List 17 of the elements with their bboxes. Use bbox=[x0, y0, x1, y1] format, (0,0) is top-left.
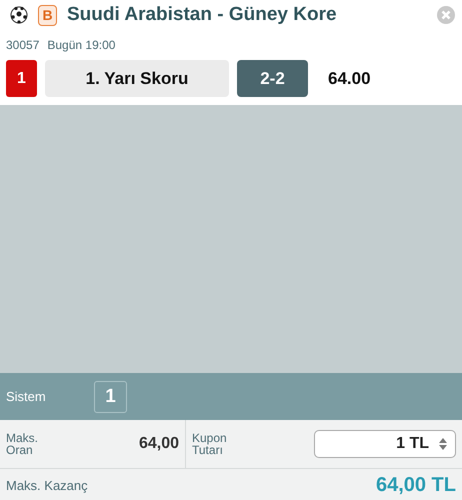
event-code: 30057 bbox=[6, 38, 40, 52]
event-title: Suudi Arabistan - Güney Kore bbox=[67, 4, 338, 26]
max-odds-value: 64,00 bbox=[138, 435, 179, 453]
odds-value: 64.00 bbox=[328, 68, 371, 88]
soccer-ball-icon bbox=[10, 6, 28, 24]
selection-number: 1 bbox=[6, 60, 37, 97]
stake-field[interactable]: 1 TL bbox=[314, 430, 456, 458]
stake-label: Kupon Tutarı bbox=[192, 432, 227, 456]
market-name: 1. Yarı Skoru bbox=[45, 60, 229, 97]
bet-type-badge: B bbox=[38, 4, 57, 26]
max-winnings-value: 64,00 TL bbox=[376, 474, 456, 496]
spinner-icon[interactable] bbox=[439, 438, 447, 450]
event-time: Bugün 19:00 bbox=[47, 38, 116, 52]
system-label: Sistem bbox=[6, 389, 47, 404]
max-odds-label: Maks. Oran bbox=[6, 432, 38, 456]
max-winnings-label: Maks. Kazanç bbox=[6, 478, 88, 492]
pick-label: 2-2 bbox=[237, 60, 308, 97]
